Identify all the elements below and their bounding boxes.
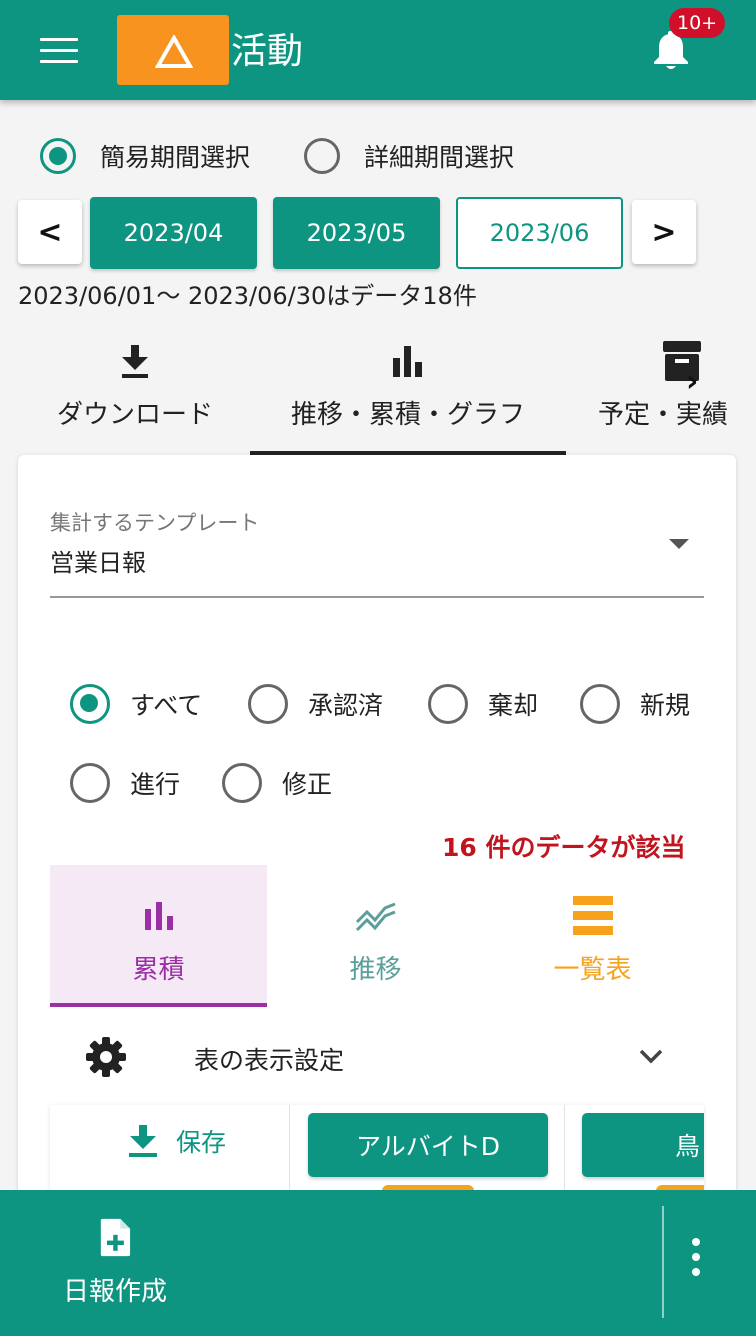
filter-in-progress-label: 進行: [130, 770, 181, 799]
filter-approved[interactable]: 承認済: [248, 684, 383, 724]
date-range-summary: 2023/06/01～ 2023/06/30はデータ18件: [18, 282, 477, 310]
month-button-2023-06[interactable]: 2023/06: [456, 197, 623, 269]
new-report-label: 日報作成: [62, 1277, 167, 1307]
save-button-label: 保存: [176, 1128, 227, 1157]
tab-trend-cumulative-graph[interactable]: 推移・累積・グラフ: [270, 340, 546, 452]
chevron-down-icon: [639, 1049, 663, 1064]
view-tab-list[interactable]: 一覧表: [484, 865, 701, 1007]
tab-scroll-right-icon[interactable]: ›: [686, 364, 698, 399]
period-detail-option[interactable]: 詳細期間選択: [304, 138, 514, 174]
tab-plan-actual-label: 予定・実績: [598, 400, 729, 430]
view-tab-cumulative[interactable]: 累積: [50, 865, 267, 1007]
template-select-label: 集計するテンプレート: [50, 511, 260, 535]
column-header-button[interactable]: 鳥: [582, 1113, 704, 1177]
page-title: 活動: [231, 31, 304, 72]
table-settings-toggle[interactable]: 表の表示設定: [18, 1025, 736, 1089]
radio-unselected-icon[interactable]: [580, 684, 620, 724]
chevron-right-icon: >: [651, 214, 677, 250]
period-detail-label: 詳細期間選択: [364, 143, 515, 172]
filter-rejected-label: 棄却: [488, 691, 539, 720]
radio-selected-icon[interactable]: [40, 138, 76, 174]
matching-count-text: 16 件のデータが該当: [442, 833, 686, 862]
next-month-button[interactable]: >: [632, 200, 696, 264]
filter-revised-label: 修正: [282, 770, 333, 799]
radio-selected-icon[interactable]: [70, 684, 110, 724]
template-select[interactable]: 営業日報: [50, 543, 146, 578]
radio-unselected-icon[interactable]: [428, 684, 468, 724]
prev-month-button[interactable]: <: [18, 200, 82, 264]
bottom-divider: [662, 1206, 664, 1318]
view-tab-cumulative-label: 累積: [132, 955, 185, 985]
menu-icon[interactable]: [40, 38, 78, 64]
tab-plan-actual[interactable]: 予定・実績: [590, 340, 756, 452]
filter-new-label: 新規: [640, 691, 691, 720]
filter-new[interactable]: 新規: [580, 684, 690, 724]
table-settings-label: 表の表示設定: [194, 1046, 345, 1075]
period-simple-label: 簡易期間選択: [100, 143, 251, 172]
filter-all[interactable]: すべて: [70, 684, 202, 724]
report-card: 集計するテンプレート 営業日報 すべて 承認済 棄却 新規 進行 修正 16 件…: [18, 455, 736, 1215]
view-tab-list-label: 一覧表: [553, 955, 632, 985]
period-simple-option[interactable]: 簡易期間選択: [40, 138, 250, 174]
filter-in-progress[interactable]: 進行: [70, 763, 180, 803]
bottom-action-bar: 日報作成: [0, 1190, 756, 1336]
tab-trend-label: 推移・累積・グラフ: [290, 400, 525, 430]
tab-download[interactable]: ダウンロード: [40, 340, 230, 452]
view-tab-trend-label: 推移: [349, 955, 402, 985]
filter-revised[interactable]: 修正: [222, 763, 332, 803]
radio-unselected-icon[interactable]: [70, 763, 110, 803]
template-select-underline: [50, 596, 704, 598]
trend-icon: [355, 902, 396, 932]
bar-chart-icon: [144, 902, 173, 930]
filter-approved-label: 承認済: [308, 691, 384, 720]
download-icon: [129, 1125, 157, 1157]
filter-all-label: すべて: [130, 691, 203, 720]
save-button[interactable]: 保存: [128, 1123, 226, 1159]
new-document-icon: [100, 1218, 131, 1257]
app-logo[interactable]: [117, 15, 229, 85]
dropdown-arrow-icon[interactable]: [669, 539, 689, 549]
month-button-2023-04[interactable]: 2023/04: [90, 197, 257, 269]
radio-unselected-icon[interactable]: [304, 138, 340, 174]
logo-triangle-icon: [155, 35, 193, 68]
chevron-left-icon: <: [37, 214, 63, 250]
list-icon: [572, 896, 613, 935]
bar-chart-icon: [393, 346, 422, 377]
filter-rejected[interactable]: 棄却: [428, 684, 538, 724]
notification-badge: 10+: [669, 8, 726, 38]
new-daily-report-button[interactable]: 日報作成: [58, 1218, 172, 1308]
radio-unselected-icon[interactable]: [248, 684, 288, 724]
gear-icon: [86, 1037, 126, 1077]
more-options-icon[interactable]: [684, 1238, 708, 1286]
tab-download-label: ダウンロード: [56, 400, 213, 430]
month-button-2023-05[interactable]: 2023/05: [273, 197, 440, 269]
view-tab-trend[interactable]: 推移: [267, 865, 484, 1007]
radio-unselected-icon[interactable]: [222, 763, 262, 803]
app-header: 活動 10+: [0, 0, 756, 100]
download-icon: [122, 345, 148, 378]
column-header-button[interactable]: アルバイトD: [308, 1113, 548, 1177]
